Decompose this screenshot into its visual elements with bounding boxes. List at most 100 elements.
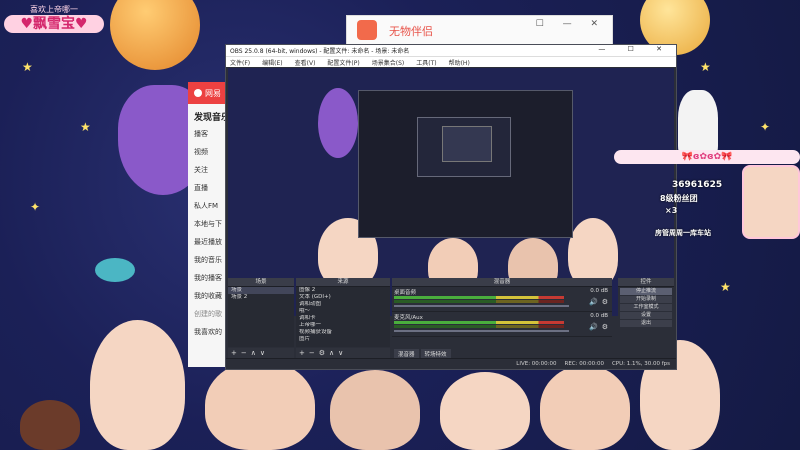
speaker-icon[interactable]: 🔊 bbox=[589, 298, 598, 306]
menu-help[interactable]: 帮助(H) bbox=[449, 58, 470, 67]
obs-menubar: 文件(F) 编辑(E) 查看(V) 配置文件(P) 场景集合(S) 工具(T) … bbox=[226, 56, 676, 67]
volume-slider[interactable] bbox=[394, 305, 569, 307]
live-status: LIVE: 00:00:00 bbox=[516, 361, 557, 367]
audio-meter bbox=[394, 296, 564, 299]
sources-toolbar: + − ⚙ ∧ ∨ bbox=[296, 348, 390, 358]
stop-streaming-button[interactable]: 停止推流 bbox=[620, 288, 672, 295]
move-up-icon[interactable]: ∧ bbox=[251, 349, 256, 357]
source-item[interactable]: 图片 bbox=[296, 336, 390, 343]
star-icon: ✦ bbox=[760, 120, 771, 134]
move-down-icon[interactable]: ∨ bbox=[338, 349, 343, 357]
obs-statusbar: LIVE: 00:00:00 REC: 00:00:00 CPU: 1.1%, … bbox=[226, 358, 676, 369]
cartoon-figure bbox=[90, 320, 185, 450]
star-icon: ★ bbox=[22, 60, 33, 74]
source-item[interactable]: 上帝哪一 bbox=[296, 322, 390, 329]
gear-icon[interactable]: ⚙ bbox=[602, 323, 608, 331]
menu-scene-collection[interactable]: 场景集合(S) bbox=[372, 58, 405, 67]
add-scene-icon[interactable]: + bbox=[231, 349, 237, 357]
scenes-toolbar: + − ∧ ∨ bbox=[228, 348, 294, 358]
speaker-icon[interactable]: 🔊 bbox=[589, 323, 598, 331]
source-item[interactable]: 图像 2 bbox=[296, 287, 390, 294]
cpu-status: CPU: 1.1%, 30.00 fps bbox=[611, 361, 670, 367]
remove-source-icon[interactable]: − bbox=[309, 349, 315, 357]
move-down-icon[interactable]: ∨ bbox=[260, 349, 265, 357]
mixer-dock: 混音器 桌面音频 0.0 dB 🔊 ⚙ 麦克风/Aux 0.0 dB 🔊 ⚙ bbox=[392, 278, 612, 348]
menu-view[interactable]: 查看(V) bbox=[295, 58, 316, 67]
sources-title: 来源 bbox=[296, 278, 390, 287]
preview-planet bbox=[318, 88, 358, 158]
move-up-icon[interactable]: ∧ bbox=[329, 349, 334, 357]
sources-dock: 来源 图像 2 文本 (GDI+) 调和动图 哦～ 调和卡 上帝哪一 视频捕获设… bbox=[296, 278, 390, 358]
menu-edit[interactable]: 编辑(E) bbox=[262, 58, 282, 67]
controls-title: 控件 bbox=[618, 278, 674, 287]
star-icon: ★ bbox=[700, 60, 711, 74]
overlay-note: 房管周周一库车站 bbox=[655, 229, 711, 237]
star-icon: ★ bbox=[80, 120, 91, 134]
add-source-icon[interactable]: + bbox=[299, 349, 305, 357]
streamer-avatar bbox=[742, 165, 800, 239]
companion-logo-icon bbox=[357, 20, 377, 40]
overlay-title-banner: 🎀ɞ✿ɞ✿🎀 bbox=[614, 150, 800, 164]
nested-obs-preview-3 bbox=[442, 126, 492, 162]
mixer-track-name: 桌面音频 bbox=[394, 290, 417, 296]
source-properties-icon[interactable]: ⚙ bbox=[319, 349, 325, 357]
gear-icon[interactable]: ⚙ bbox=[602, 298, 608, 306]
popup-window-controls[interactable]: ☐ — ✕ bbox=[536, 19, 606, 29]
nested-obs-preview bbox=[358, 90, 573, 238]
settings-button[interactable]: 设置 bbox=[620, 312, 672, 319]
multiplier: ×3 bbox=[665, 206, 678, 215]
star-icon: ★ bbox=[720, 280, 731, 294]
fans-count: 36961625 bbox=[672, 180, 723, 190]
cartoon-figure bbox=[540, 365, 630, 450]
audio-meter bbox=[394, 321, 564, 324]
obs-window-controls[interactable]: — ☐ ✕ bbox=[598, 45, 672, 53]
mixer-title: 混音器 bbox=[392, 278, 612, 287]
planet-orange bbox=[110, 0, 200, 70]
source-item[interactable]: 调和动图 bbox=[296, 301, 390, 308]
start-recording-button[interactable]: 开始录制 bbox=[620, 296, 672, 303]
source-item[interactable]: 文本 (GDI+) bbox=[296, 294, 390, 301]
studio-mode-button[interactable]: 工作室模式 bbox=[620, 304, 672, 311]
rec-status: REC: 00:00:00 bbox=[564, 361, 604, 367]
mixer-track-volume: 0.0 dB bbox=[590, 288, 608, 294]
mixer-track-name: 麦克风/Aux bbox=[394, 315, 423, 321]
companion-popup-window[interactable]: 无物伴侣 ☐ — ✕ bbox=[346, 15, 613, 45]
source-item[interactable]: 哦～ bbox=[296, 308, 390, 315]
scene-item[interactable]: 场景 2 bbox=[228, 294, 294, 301]
mixer-track-mic: 麦克风/Aux 0.0 dB 🔊 ⚙ bbox=[392, 312, 612, 337]
cartoon-figure bbox=[330, 370, 420, 450]
controls-dock: 控件 停止推流 开始录制 工作室模式 设置 退出 bbox=[618, 278, 674, 348]
cartoon-figure bbox=[205, 360, 315, 450]
menu-profile[interactable]: 配置文件(P) bbox=[327, 58, 359, 67]
menu-file[interactable]: 文件(F) bbox=[230, 58, 250, 67]
mixer-track-volume: 0.0 dB bbox=[590, 313, 608, 319]
nested-obs-preview-2 bbox=[417, 117, 511, 177]
popup-title: 无物伴侣 bbox=[389, 25, 433, 38]
exit-button[interactable]: 退出 bbox=[620, 320, 672, 327]
sources-list: 图像 2 文本 (GDI+) 调和动图 哦～ 调和卡 上帝哪一 视频捕获设备 图… bbox=[296, 287, 390, 347]
obs-title: OBS 25.0.8 (64-bit, windows) - 配置文件: 未命名… bbox=[230, 48, 410, 55]
source-item[interactable]: 视频捕获设备 bbox=[296, 329, 390, 336]
scenes-list: 场景 场景 2 bbox=[228, 287, 294, 347]
cartoon-figure bbox=[440, 372, 530, 450]
audio-meter bbox=[394, 300, 564, 303]
obs-window[interactable]: OBS 25.0.8 (64-bit, windows) - 配置文件: 未命名… bbox=[225, 44, 677, 370]
audio-meter bbox=[394, 325, 564, 328]
scenes-title: 场景 bbox=[228, 278, 294, 287]
mixer-track-desktop: 桌面音频 0.0 dB 🔊 ⚙ bbox=[392, 287, 612, 312]
fans-label: 8级粉丝团 bbox=[660, 194, 698, 203]
cartoon-figure bbox=[20, 400, 80, 450]
planet-teal bbox=[95, 258, 135, 282]
badge-name: ♥飘雪宝♥ bbox=[4, 15, 104, 33]
scene-item[interactable]: 场景 bbox=[228, 287, 294, 294]
star-icon: ✦ bbox=[30, 200, 41, 214]
obs-titlebar[interactable]: OBS 25.0.8 (64-bit, windows) - 配置文件: 未命名… bbox=[226, 45, 676, 56]
scenes-dock: 场景 场景 场景 2 + − ∧ ∨ bbox=[228, 278, 294, 358]
remove-scene-icon[interactable]: − bbox=[241, 349, 247, 357]
streamer-badge: 喜欢上帝哪一 ♥飘雪宝♥ bbox=[4, 4, 104, 34]
menu-tools[interactable]: 工具(T) bbox=[416, 58, 436, 67]
volume-slider[interactable] bbox=[394, 330, 569, 332]
music-logo-icon bbox=[194, 89, 202, 97]
source-item[interactable]: 调和卡 bbox=[296, 315, 390, 322]
music-app-name: 网易 bbox=[205, 88, 221, 98]
